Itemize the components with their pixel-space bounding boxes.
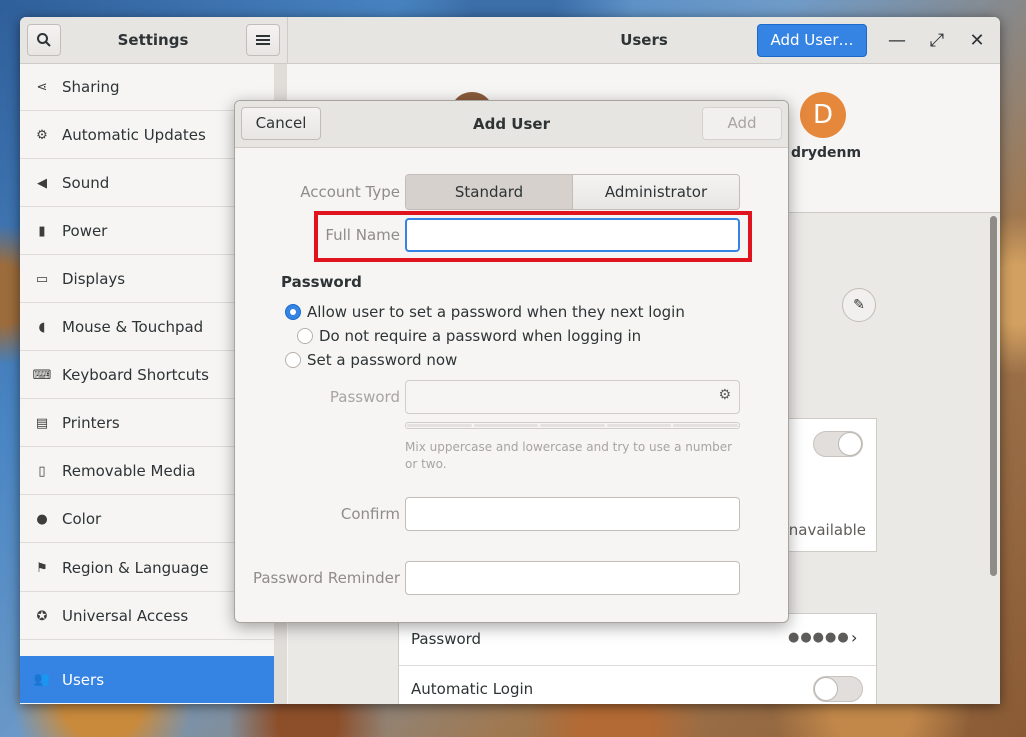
password-field[interactable]: ⚙ [405, 380, 740, 414]
auto-login-label: Automatic Login [411, 680, 534, 698]
add-button[interactable]: Add [702, 107, 782, 140]
avatar[interactable]: D [800, 92, 846, 138]
sidebar-item-label: Users [62, 670, 105, 689]
sidebar-item-label: Displays [62, 270, 126, 288]
highlight-box [314, 211, 752, 262]
account-toggle[interactable] [813, 431, 863, 457]
cancel-button[interactable]: Cancel [241, 107, 321, 140]
radio-button[interactable] [297, 328, 313, 344]
sidebar-item-label: Automatic Updates [62, 126, 206, 144]
radio-set-next-login[interactable]: Allow user to set a password when they n… [285, 303, 685, 321]
radio-set-now[interactable]: Set a password now [285, 351, 457, 369]
radio-label: Allow user to set a password when they n… [307, 303, 685, 321]
minimize-icon: — [888, 29, 906, 51]
sidebar-title: Settings [117, 31, 189, 49]
radio-button[interactable] [285, 304, 301, 320]
confirm-field[interactable] [405, 497, 740, 531]
sidebar-item-label: Printers [62, 414, 120, 432]
printer-icon: ▤ [35, 415, 49, 431]
auto-login-toggle[interactable] [813, 676, 863, 702]
share-icon: ⋖ [36, 79, 48, 95]
password-field-label: Password [329, 388, 400, 406]
generate-password-icon[interactable]: ⚙ [718, 387, 731, 403]
password-row-label: Password [411, 630, 482, 648]
sidebar-item-label: Sound [62, 174, 110, 192]
radio-label: Set a password now [307, 351, 458, 369]
search-icon [37, 33, 51, 47]
standard-option[interactable]: Standard [406, 175, 573, 209]
account-type-label: Account Type [300, 183, 400, 201]
radio-label: Do not require a password when logging i… [319, 327, 642, 345]
user-name: drydenm [790, 145, 862, 161]
maximize-button[interactable]: ⤢ [924, 27, 950, 53]
usb-icon: ▯ [38, 463, 46, 479]
maximize-icon: ⤢ [929, 29, 945, 51]
sidebar-item-label: Keyboard Shortcuts [62, 366, 209, 384]
sidebar-item-label: Power [62, 222, 108, 240]
keyboard-icon: ⌨ [32, 367, 52, 383]
sidebar-item-users[interactable]: 👥 Users [20, 656, 274, 703]
scrollbar-thumb[interactable] [990, 216, 997, 576]
speaker-icon: ◀ [37, 175, 47, 191]
hamburger-icon [256, 35, 270, 45]
login-panel: Password ●●●●● › Automatic Login [398, 613, 877, 704]
status-text: Unavailable [777, 521, 866, 539]
confirm-label: Confirm [340, 505, 400, 523]
password-reminder-label: Password Reminder [252, 569, 400, 587]
close-icon: ✕ [969, 29, 985, 51]
add-user-dialog: Add User Cancel Add Account Type Standar… [234, 100, 789, 623]
radio-button[interactable] [285, 352, 301, 368]
battery-icon: ▮ [38, 223, 46, 239]
mouse-icon: ◖ [38, 319, 46, 335]
chevron-right-icon: › [851, 628, 858, 647]
search-button[interactable] [27, 24, 61, 56]
sidebar-item-label: Removable Media [62, 462, 196, 480]
dialog-header: Add User Cancel Add [235, 101, 788, 148]
minimize-button[interactable]: — [884, 27, 910, 53]
sidebar-item-label: Region & Language [62, 559, 209, 577]
sidebar-item-label: Sharing [62, 78, 120, 96]
password-dots: ●●●●● [788, 630, 850, 645]
menu-button[interactable] [246, 24, 280, 56]
sidebar-item-label: Mouse & Touchpad [62, 318, 204, 336]
pencil-icon: ✎ [853, 297, 865, 313]
display-icon: ▭ [35, 271, 49, 287]
sidebar-item-label: Color [62, 510, 102, 528]
password-strength-bar [405, 422, 740, 429]
edit-avatar-button[interactable]: ✎ [842, 288, 876, 322]
gear-icon: ⚙ [36, 127, 48, 143]
flag-icon: ⚑ [36, 560, 48, 576]
close-button[interactable]: ✕ [964, 27, 990, 53]
password-section-heading: Password [281, 273, 362, 291]
password-hint: Mix uppercase and lowercase and try to u… [405, 440, 733, 471]
add-user-button[interactable]: Add User… [757, 24, 867, 57]
sidebar-item-label: Universal Access [62, 607, 189, 625]
password-reminder-field[interactable] [405, 561, 740, 595]
account-type-toggle: Standard Administrator [405, 174, 740, 210]
accessibility-icon: ✪ [36, 608, 48, 624]
auto-login-row: Automatic Login [399, 666, 876, 704]
radio-no-password[interactable]: Do not require a password when logging i… [297, 327, 641, 345]
main-scrollbar[interactable] [988, 212, 1000, 704]
sidebar-headerbar: Settings [20, 17, 288, 64]
administrator-option[interactable]: Administrator [573, 175, 739, 209]
color-icon: ● [36, 511, 48, 527]
users-icon: 👥 [33, 672, 51, 687]
